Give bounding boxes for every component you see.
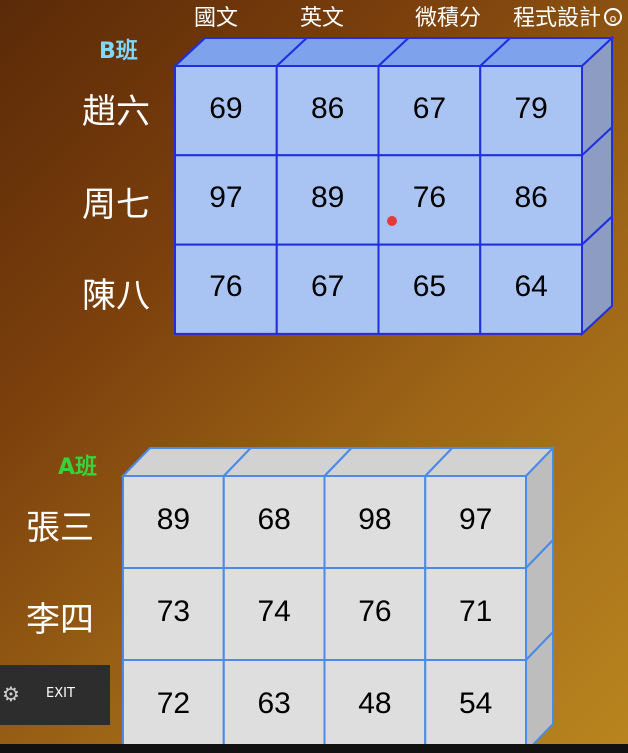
class-b-score-0-2: 67 — [412, 91, 447, 125]
class-a-score-0-1: 68 — [257, 503, 291, 536]
class-b-score-0-0: 69 — [209, 91, 243, 125]
class-b-score-1-2: 76 — [412, 180, 447, 214]
class-b-score-1-0: 97 — [209, 180, 243, 214]
class-a-score-1-3: 71 — [458, 595, 493, 628]
class-a-score-1-0: 73 — [156, 595, 191, 628]
class-a-score-2-3: 54 — [458, 687, 493, 720]
class-b-score-2-1: 67 — [310, 270, 345, 304]
bottom-bar — [0, 744, 628, 753]
class-a-score-0-3: 97 — [458, 503, 493, 536]
class-a-score-2-0: 72 — [156, 687, 191, 720]
class-a-score-1-1: 74 — [257, 595, 291, 628]
class-b-score-2-2: 65 — [412, 270, 447, 304]
class-a-score-1-2: 76 — [358, 595, 392, 628]
class-b-score-0-1: 86 — [310, 91, 345, 125]
class-b-score-1-1: 89 — [310, 180, 345, 214]
class-b-score-2-0: 76 — [209, 270, 243, 304]
pointer-dot — [387, 216, 397, 226]
class-a-score-0-0: 89 — [156, 503, 191, 536]
class-a-score-2-1: 63 — [257, 687, 291, 720]
class-b-score-2-3: 64 — [514, 270, 548, 304]
gear-icon[interactable]: ⚙ — [0, 683, 22, 705]
class-a-score-2-2: 48 — [358, 687, 392, 720]
exit-label[interactable]: EXIT — [46, 686, 75, 701]
class-a-score-0-2: 98 — [358, 503, 392, 536]
class-b-score-0-3: 79 — [514, 91, 548, 125]
class-b-score-1-3: 86 — [514, 180, 548, 214]
